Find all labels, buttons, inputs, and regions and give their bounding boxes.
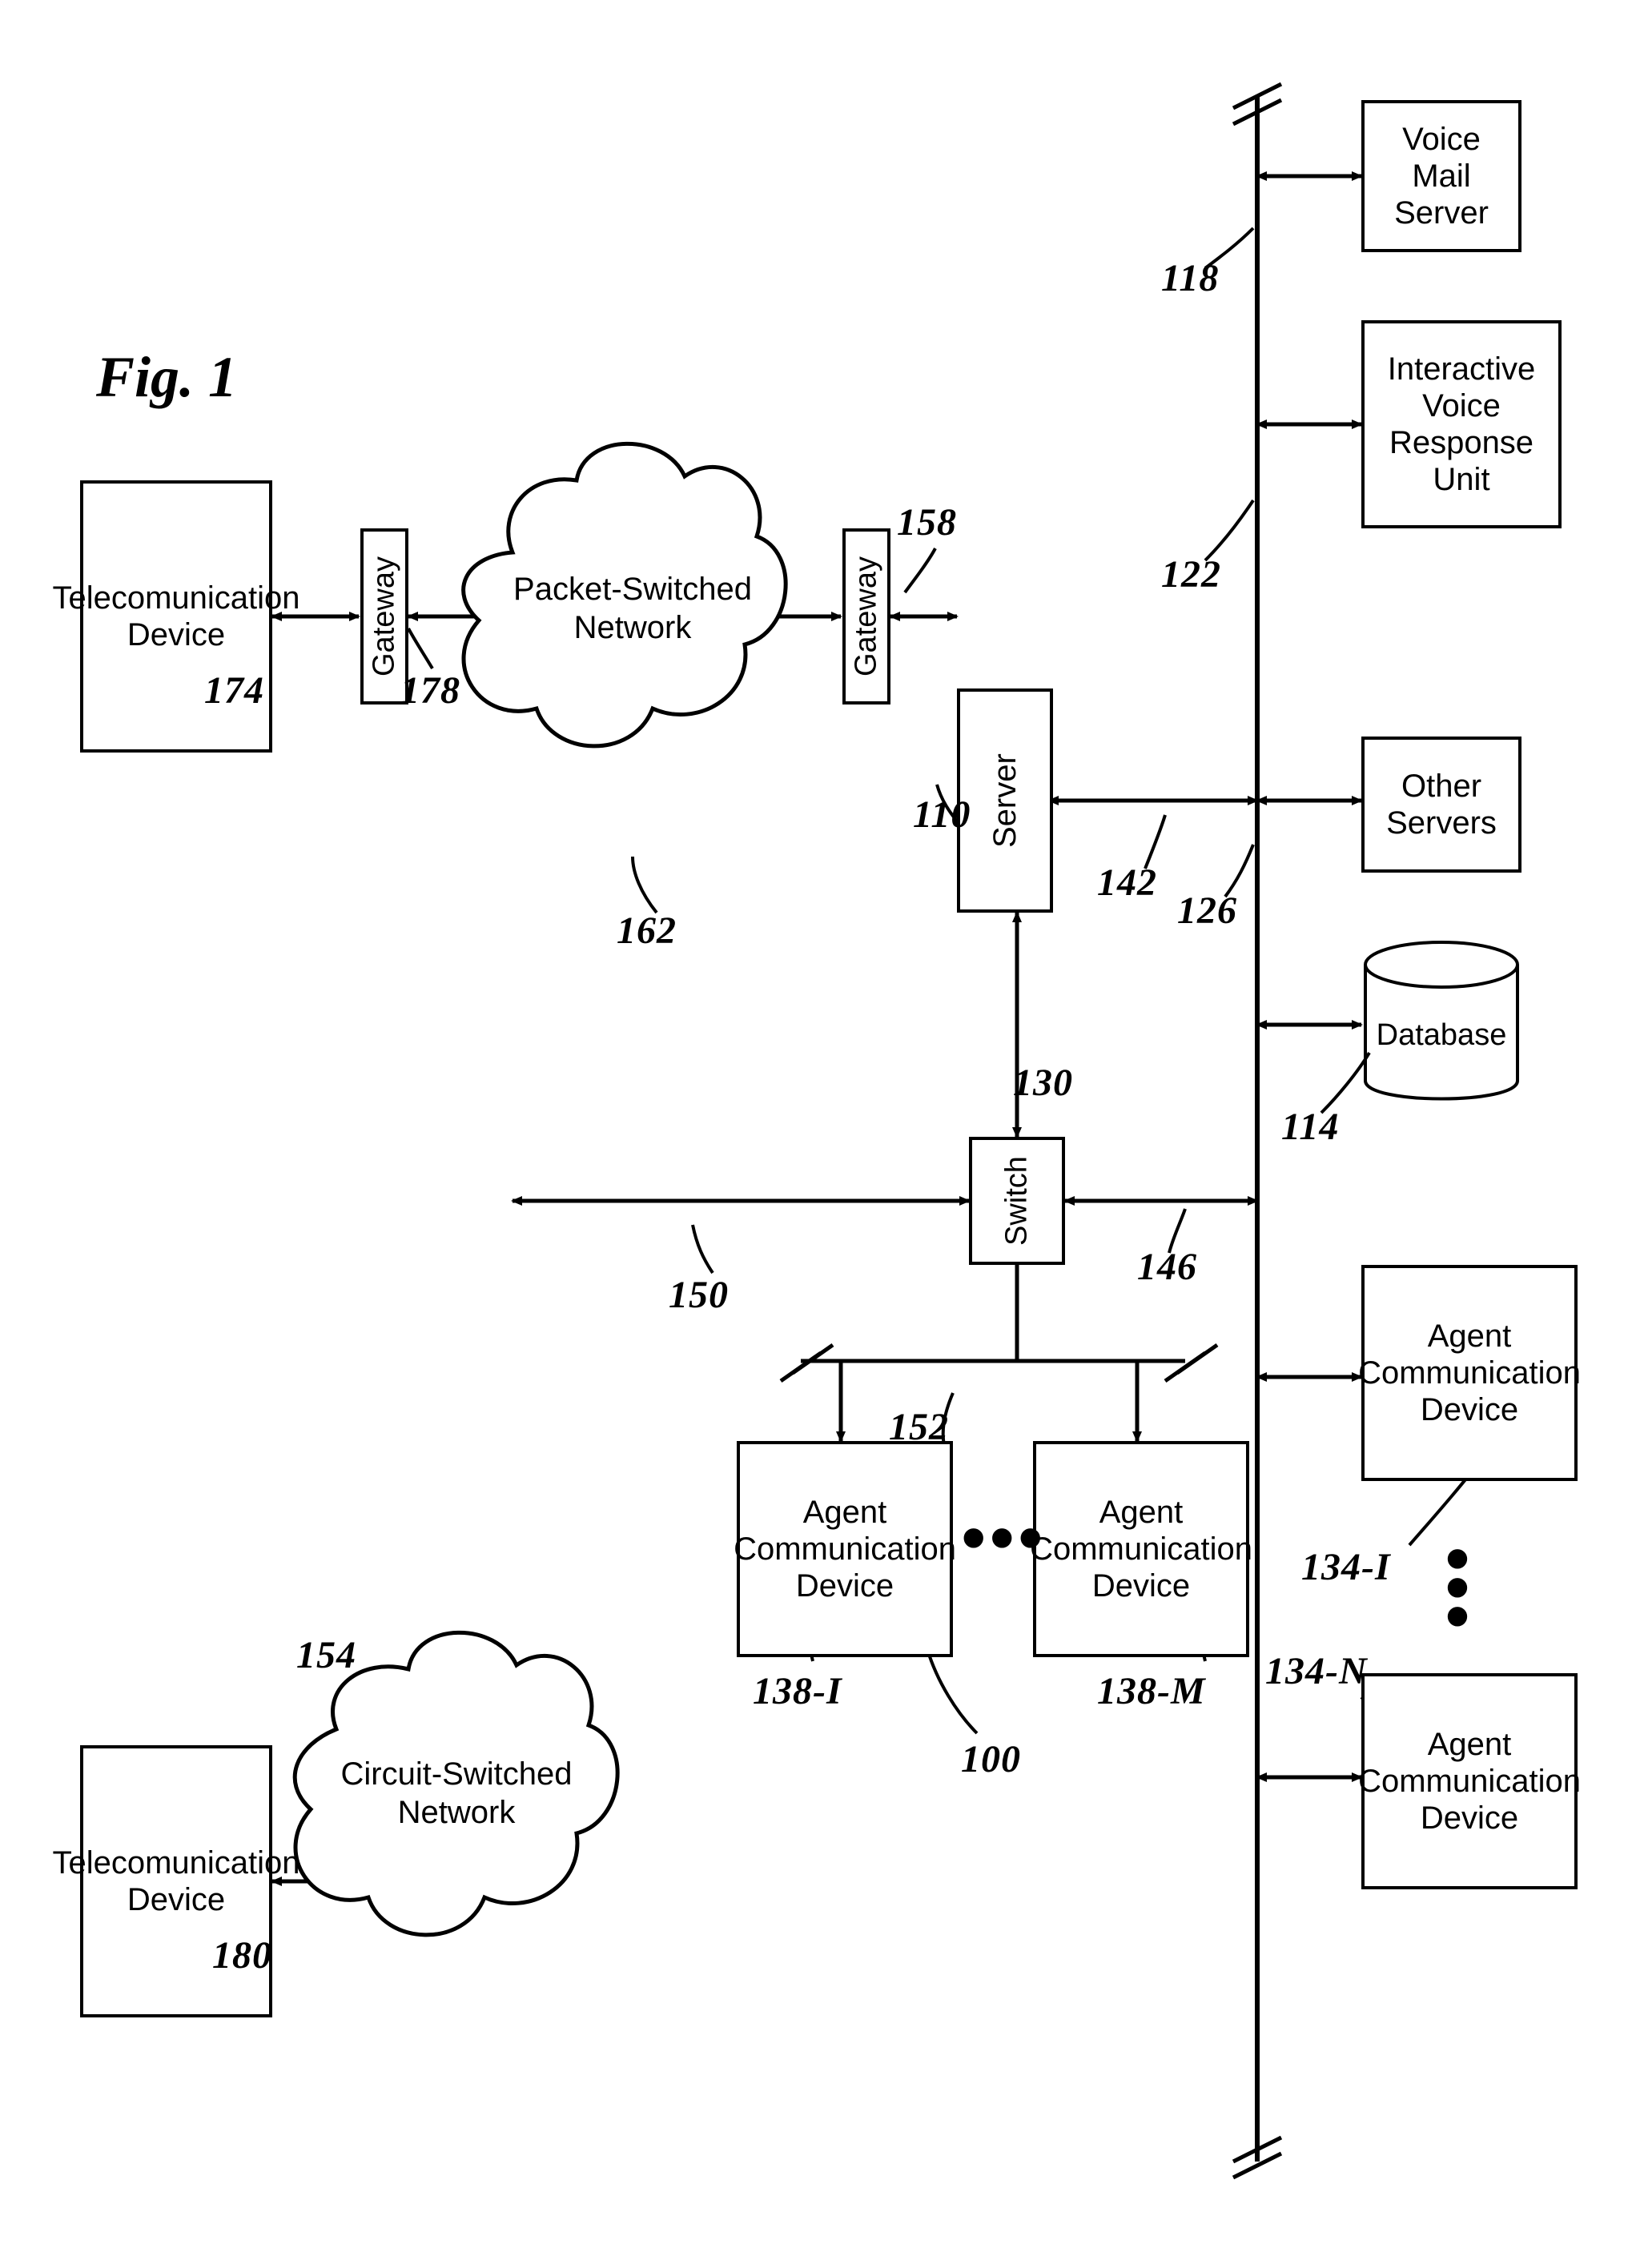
ref-158: 158 [897,500,957,544]
box-agent-138m: Agent Communication Device [1033,1441,1249,1657]
label: Telecomunication Device [52,580,299,653]
box-switch: Switch [969,1137,1065,1265]
box-gateway-2: Gateway [842,528,890,704]
ref-146: 146 [1137,1245,1197,1289]
ref-162: 162 [617,909,677,953]
box-server: Server [957,688,1053,913]
ref-174: 174 [204,668,264,713]
ref-138i: 138-I [753,1669,842,1713]
cloud-packet-switched: Packet-Switched Network [504,496,761,721]
label: Other Servers [1373,768,1510,841]
ref-150: 150 [669,1273,729,1317]
ref-178: 178 [400,668,460,713]
ref-138m: 138-M [1097,1669,1206,1713]
box-agent-134i: Agent Communication Device [1361,1265,1578,1481]
ref-110: 110 [913,793,971,837]
label: Interactive Voice Response Unit [1373,351,1550,498]
box-agent-138i: Agent Communication Device [737,1441,953,1657]
label: Agent Communication Device [734,1494,956,1604]
label: Agent Communication Device [1358,1726,1581,1836]
ref-126: 126 [1177,889,1237,933]
ref-134i: 134-I [1301,1545,1391,1589]
ref-152: 152 [889,1405,949,1449]
box-ivr: Interactive Voice Response Unit [1361,320,1562,528]
box-voice-mail: Voice Mail Server [1361,100,1521,252]
figure-title: Fig. 1 [96,344,237,411]
ref-154: 154 [296,1633,356,1677]
ref-142: 142 [1097,861,1157,905]
ref-130: 130 [1013,1061,1073,1105]
ref-180: 180 [212,1933,272,1977]
cloud-label: Circuit-Switched Network [320,1755,593,1832]
svg-text:Database: Database [1377,1018,1507,1052]
vdots-agents-134: ••• [1441,1545,1473,1632]
label: Telecomunication Device [52,1845,299,1918]
ref-118: 118 [1161,256,1219,300]
cloud-circuit-switched: Circuit-Switched Network [320,1681,593,1905]
label: Agent Communication Device [1358,1318,1581,1428]
ref-134n: 134-N [1265,1649,1368,1693]
ref-114: 114 [1281,1105,1339,1149]
label: Voice Mail Server [1373,121,1510,231]
ref-100: 100 [961,1737,1021,1781]
diagram-stage: Database Fig. 1 Telecomunication Device … [0,0,1632,2268]
label: Agent Communication Device [1030,1494,1252,1604]
ref-122: 122 [1161,552,1221,596]
box-other-servers: Other Servers [1361,737,1521,873]
box-agent-134n: Agent Communication Device [1361,1673,1578,1889]
label: Server [987,753,1023,848]
cloud-label: Packet-Switched Network [504,570,761,647]
hdots-agents-138: ••• [961,1497,1047,1580]
